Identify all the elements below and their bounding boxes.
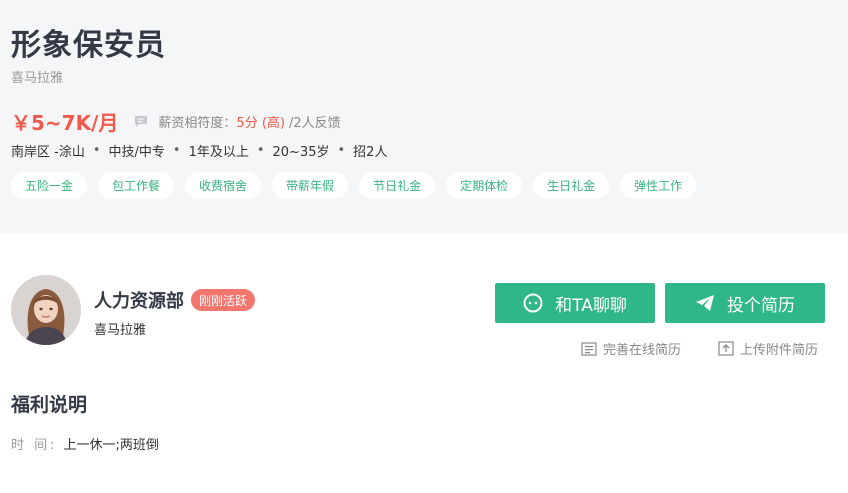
send-icon [695, 294, 715, 312]
benefit-tag: 收费宿舍 [185, 172, 262, 199]
hr-company: 喜马拉雅 [94, 323, 147, 338]
chat-button[interactable]: 和TA聊聊 [495, 283, 655, 323]
upload-resume-label: 上传附件简历 [740, 343, 819, 358]
send-resume-label: 投个简历 [727, 295, 795, 316]
match-score: 5分 (高) [236, 115, 285, 131]
separator: • [337, 143, 346, 158]
upload-resume-link[interactable]: 上传附件简历 [718, 339, 818, 358]
job-info-row: 南岸区 -涂山 • 中技/中专 • 1年及以上 • 20~35岁 • 招2人 [11, 141, 387, 160]
separator: • [256, 143, 265, 158]
job-location: 南岸区 -涂山 [11, 145, 85, 160]
chat-icon [523, 293, 543, 313]
job-headcount: 招2人 [353, 145, 388, 160]
job-company[interactable]: 喜马拉雅 [11, 67, 63, 86]
work-time-value: 上一休一;两班倒 [63, 438, 159, 453]
job-education: 中技/中专 [108, 145, 165, 160]
benefit-tag: 定期体检 [446, 172, 523, 199]
separator: • [92, 143, 101, 158]
match-label: 薪资相符度： [158, 115, 237, 131]
benefit-tag: 节日礼金 [359, 172, 436, 199]
send-resume-button[interactable]: 投个简历 [665, 283, 825, 323]
active-badge: 刚刚活跃 [191, 289, 256, 311]
work-time-row: 时 间: 上一休一;两班倒 [11, 434, 159, 453]
benefit-tag: 弹性工作 [620, 172, 697, 199]
hr-name-row: 人力资源部 刚刚活跃 [94, 287, 256, 313]
work-time-label: 时 间: [11, 438, 58, 453]
job-title: 形象保安员 [11, 28, 166, 63]
avatar [11, 275, 81, 345]
resume-doc-icon [581, 341, 597, 356]
match-feedback[interactable]: /2人反馈 [289, 112, 341, 131]
salary: ￥5~7K/月 [11, 110, 119, 135]
complete-online-resume-link[interactable]: 完善在线简历 [581, 339, 681, 358]
job-age: 20~35岁 [272, 145, 330, 160]
comment-icon [134, 114, 148, 128]
benefit-tag: 生日礼金 [533, 172, 610, 199]
upload-icon [718, 341, 734, 356]
job-experience: 1年及以上 [188, 145, 249, 160]
separator: • [172, 143, 181, 158]
benefit-tag: 包工作餐 [98, 172, 175, 199]
hr-name: 人力资源部 [94, 291, 184, 312]
chat-button-label: 和TA聊聊 [555, 295, 627, 316]
job-header: 形象保安员 喜马拉雅 ￥5~7K/月 薪资相符度： 5分 (高) /2人反馈 南… [0, 0, 848, 233]
salary-row: ￥5~7K/月 薪资相符度： 5分 (高) /2人反馈 [11, 107, 341, 135]
welfare-title: 福利说明 [11, 394, 88, 416]
complete-online-resume-label: 完善在线简历 [603, 343, 682, 358]
benefit-tag: 带薪年假 [272, 172, 349, 199]
benefit-tags: 五险一金 包工作餐 收费宿舍 带薪年假 节日礼金 定期体检 生日礼金 弹性工作 [11, 172, 707, 199]
benefit-tag: 五险一金 [11, 172, 88, 199]
